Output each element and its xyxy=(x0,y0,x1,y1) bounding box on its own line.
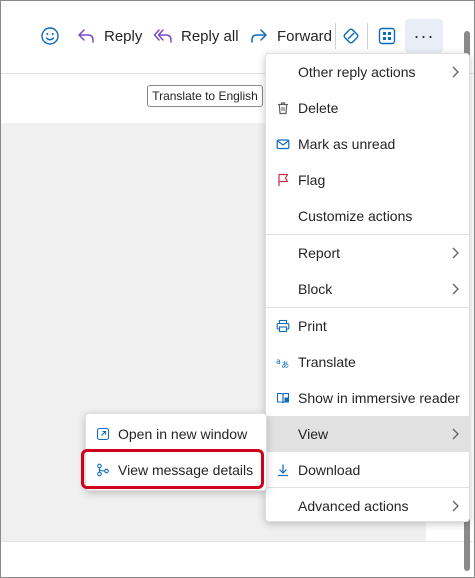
menu-item-label: Flag xyxy=(298,172,326,188)
chevron-right-icon xyxy=(452,247,459,259)
more-actions-button[interactable]: ··· xyxy=(405,19,443,53)
svg-text:あ: あ xyxy=(281,360,289,369)
chevron-right-icon xyxy=(452,428,459,440)
menu-item-label: Report xyxy=(298,245,341,261)
menu-item-label: View xyxy=(298,426,329,442)
outlook-window: Reply Reply all Forward ··· Translate to… xyxy=(0,0,475,578)
chevron-right-icon xyxy=(452,500,459,512)
menu-item-other-reply-actions[interactable]: Other reply actions xyxy=(266,54,469,90)
menu-item-label: Mark as unread xyxy=(298,136,396,152)
menu-item-print[interactable]: Print xyxy=(266,308,469,344)
reply-arrow-icon xyxy=(76,26,96,46)
reply-all-label: Reply all xyxy=(181,27,239,45)
translate-to-english-label: Translate to English xyxy=(152,89,258,103)
menu-item-label: Advanced actions xyxy=(298,498,409,514)
menu-item-delete[interactable]: Delete xyxy=(266,90,469,126)
menu-item-label: Download xyxy=(298,462,361,478)
menu-item-label: Block xyxy=(298,281,333,297)
reply-button[interactable]: Reply xyxy=(76,26,142,46)
toolbar-separator xyxy=(335,23,336,49)
reply-all-button[interactable]: Reply all xyxy=(153,26,239,46)
menu-item-advanced-actions[interactable]: Advanced actions xyxy=(266,488,469,524)
download-icon xyxy=(276,463,290,477)
flag-icon xyxy=(276,173,290,187)
forward-label: Forward xyxy=(277,27,333,45)
menu-item-label: Show in immersive reader xyxy=(298,390,460,406)
menu-item-label: Customize actions xyxy=(298,208,413,224)
submenu-item-label: Open in new window xyxy=(118,426,248,442)
forward-arrow-icon xyxy=(249,26,269,46)
smiley-icon xyxy=(40,26,60,46)
loop-icon xyxy=(341,26,361,46)
apps-grid-icon xyxy=(377,26,397,46)
menu-item-mark-as-unread[interactable]: Mark as unread xyxy=(266,126,469,162)
chevron-right-icon xyxy=(452,283,459,295)
chevron-right-icon xyxy=(452,66,459,78)
toolbar-separator xyxy=(367,23,368,49)
envelope-icon xyxy=(276,137,290,151)
forward-button[interactable]: Forward xyxy=(249,26,332,46)
printer-icon xyxy=(276,319,290,333)
menu-item-download[interactable]: Download xyxy=(266,452,469,488)
view-submenu: Open in new window View message details xyxy=(85,413,267,491)
submenu-item-view-message-details[interactable]: View message details xyxy=(86,452,266,488)
trash-icon xyxy=(276,101,290,115)
message-details-icon xyxy=(96,463,110,477)
submenu-item-open-in-new-window[interactable]: Open in new window xyxy=(86,416,266,452)
reply-label: Reply xyxy=(104,27,143,45)
open-new-window-icon xyxy=(96,427,110,441)
more-dots-icon: ··· xyxy=(413,25,435,46)
menu-item-translate[interactable]: aあ Translate xyxy=(266,344,469,380)
apps-button[interactable] xyxy=(377,26,405,46)
menu-item-immersive-reader[interactable]: Show in immersive reader xyxy=(266,380,469,416)
more-actions-menu: Other reply actions Delete Mark as unrea… xyxy=(265,53,470,522)
submenu-item-label: View message details xyxy=(118,462,254,478)
bottom-divider xyxy=(1,541,474,542)
menu-item-flag[interactable]: Flag xyxy=(266,162,469,198)
translate-to-english-button[interactable]: Translate to English xyxy=(147,85,263,107)
loop-button[interactable] xyxy=(341,26,369,46)
menu-item-label: Print xyxy=(298,318,327,334)
menu-item-view[interactable]: View xyxy=(266,416,469,452)
immersive-reader-icon xyxy=(276,391,290,405)
menu-item-report[interactable]: Report xyxy=(266,235,469,271)
reply-all-arrow-icon xyxy=(153,26,173,46)
menu-item-block[interactable]: Block xyxy=(266,271,469,307)
menu-item-customize-actions[interactable]: Customize actions xyxy=(266,198,469,234)
emoji-reaction-button[interactable] xyxy=(40,26,68,46)
menu-item-label: Other reply actions xyxy=(298,64,416,80)
svg-text:a: a xyxy=(276,357,281,366)
menu-item-label: Translate xyxy=(298,354,356,370)
translate-icon: aあ xyxy=(276,355,290,369)
menu-item-label: Delete xyxy=(298,100,339,116)
